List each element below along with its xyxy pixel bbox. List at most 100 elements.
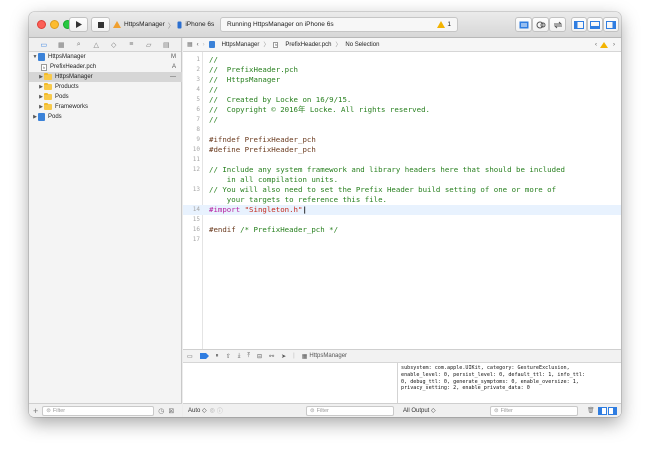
close-window-button[interactable] <box>37 20 46 29</box>
code-line[interactable]: 3 // HttpsManager <box>183 75 621 85</box>
console-output-selector[interactable]: All Output ◇ <box>403 407 436 414</box>
hide-debug-area-icon[interactable]: ▭ <box>187 353 193 360</box>
code-line[interactable]: 13 // You will also need to set the Prefi… <box>183 185 621 195</box>
code-line[interactable]: 5 // Created by Locke on 16/9/15. <box>183 95 621 105</box>
variables-filter-input[interactable]: ⊜ Filter <box>306 405 394 416</box>
activity-viewer: Running HttpsManager on iPhone 6s 1 <box>220 17 458 32</box>
source-editor[interactable]: 1//2// PrefixHeader.pch 3// HttpsManager 4… <box>183 52 621 349</box>
code-text: your targets to reference this file. <box>209 195 387 204</box>
code-text: // <box>209 55 218 64</box>
symbol-navigator-icon[interactable]: ▦ <box>58 41 65 49</box>
code-line[interactable]: in all compilation units. <box>183 175 621 185</box>
code-text: #ifndef PrefixHeader_pch <box>209 135 316 144</box>
scm-status-flag: M <box>171 54 176 60</box>
code-line[interactable]: 4 // <box>183 85 621 95</box>
tree-item-pods-group[interactable]: ▶ Pods <box>29 92 182 102</box>
step-out-icon[interactable]: ⤒ <box>247 353 250 360</box>
back-button[interactable]: ‹ <box>197 42 199 48</box>
jumpbar-project[interactable]: HttpsManager <box>222 42 260 48</box>
memory-graph-icon[interactable]: ⚯ <box>269 353 274 360</box>
recent-files-icon[interactable]: ◷ <box>158 407 164 415</box>
code-line[interactable]: 2 // PrefixHeader.pch <box>183 65 621 75</box>
tree-item-httpsmanager-group[interactable]: ▶ HttpsManager — <box>29 72 182 82</box>
debug-navigator-icon[interactable]: ≡ <box>128 41 135 48</box>
jumpbar-file[interactable]: PrefixHeader.pch <box>285 42 331 48</box>
location-icon[interactable]: ➤ <box>281 353 286 360</box>
variables-view <box>183 363 398 403</box>
console-filter-input[interactable]: ⊜ Filter <box>490 405 578 416</box>
code-line[interactable]: 14 #import "Singleton.h"| <box>183 205 621 215</box>
toggle-debug-area-button[interactable] <box>587 17 603 32</box>
toggle-navigator-button[interactable] <box>571 17 587 32</box>
find-navigator-icon[interactable]: ⌕ <box>75 41 82 48</box>
chevron-right-icon[interactable]: › <box>613 42 615 48</box>
run-button[interactable] <box>69 17 88 32</box>
split-left-icon[interactable] <box>598 406 607 415</box>
scm-status-flag: — <box>170 74 176 80</box>
code-line[interactable]: 15 <box>183 215 621 225</box>
header-file-icon: h <box>273 41 279 48</box>
navigator-filter-input[interactable]: ⊜ Filter <box>42 405 155 416</box>
tree-item-frameworks[interactable]: ▶ Frameworks <box>29 102 182 112</box>
step-over-icon[interactable]: ⇧ <box>226 353 231 360</box>
scheme-selector[interactable]: HttpsManager 〉 iPhone 6s <box>113 17 214 32</box>
warning-indicator[interactable]: 1 <box>437 21 451 28</box>
view-hierarchy-icon[interactable]: ⊟ <box>257 353 262 360</box>
tree-item-label: HttpsManager <box>48 54 86 60</box>
project-navigator-icon[interactable]: ▭ <box>40 41 47 49</box>
breakpoint-navigator-icon[interactable]: ▱ <box>145 41 152 49</box>
scm-filter-icon[interactable]: ⊠ <box>168 407 174 415</box>
variables-scope-selector[interactable]: Auto ◇ <box>188 407 207 414</box>
tree-item-pods-project[interactable]: ▶ Pods <box>29 112 182 122</box>
issue-navigator-icon[interactable]: △ <box>93 41 100 49</box>
issue-stepper[interactable]: ‹ › <box>595 41 615 48</box>
debug-target-selector[interactable]: ▦ HttpsManager <box>302 353 347 360</box>
line-number: 11 <box>192 156 200 163</box>
step-into-icon[interactable]: ⤓ <box>238 353 241 360</box>
stop-button[interactable] <box>91 17 110 32</box>
version-editor-button[interactable] <box>549 17 566 32</box>
code-line[interactable]: 12 // Include any system framework and li… <box>183 165 621 175</box>
code-line[interactable]: 7 // <box>183 115 621 125</box>
code-line[interactable]: 8 <box>183 125 621 135</box>
related-items-icon[interactable]: ▦ <box>187 41 193 48</box>
chevron-left-icon[interactable]: ‹ <box>595 42 597 48</box>
navigator-filter-bar: + ⊜ Filter ◷ ⊠ <box>29 403 182 417</box>
minimize-window-button[interactable] <box>50 20 59 29</box>
tree-item-products[interactable]: ▶ Products <box>29 82 182 92</box>
standard-editor-button[interactable] <box>515 17 532 32</box>
info-icon[interactable]: ⓘ <box>217 406 223 415</box>
code-line[interactable]: 16 #endif /* PrefixHeader_pch */ <box>183 225 621 235</box>
code-line[interactable]: 17 <box>183 235 621 245</box>
breakpoints-toggle-icon[interactable] <box>199 353 209 359</box>
assistant-editor-button[interactable] <box>532 17 549 32</box>
tree-item-prefix-header[interactable]: h PrefixHeader.pch A <box>29 62 182 72</box>
jumpbar-selection[interactable]: No Selection <box>345 42 379 48</box>
add-file-button[interactable]: + <box>33 406 38 416</box>
stop-icon <box>97 21 104 28</box>
pause-icon[interactable]: ⏸ <box>216 353 219 360</box>
console-output: subsystem: com.apple.UIKit, category: Ge… <box>399 363 621 403</box>
forward-button[interactable]: › <box>203 42 205 48</box>
code-line[interactable]: 1 // <box>183 55 621 65</box>
code-line[interactable]: 6 // Copyright © 2016年 Locke. All rights … <box>183 105 621 115</box>
code-line[interactable]: your targets to reference this file. <box>183 195 621 205</box>
toggle-utilities-button[interactable] <box>603 17 619 32</box>
test-navigator-icon[interactable]: ◇ <box>110 41 117 49</box>
line-number: 2 <box>196 66 200 73</box>
code-line[interactable]: 9 #ifndef PrefixHeader_pch <box>183 135 621 145</box>
tree-item-project[interactable]: ▼ HttpsManager M <box>29 52 182 62</box>
line-number: 14 <box>192 206 200 213</box>
split-right-icon[interactable] <box>608 406 617 415</box>
navigator-panel-icon <box>574 20 584 29</box>
eye-icon[interactable]: ◎ <box>210 407 215 414</box>
import-keyword: #import <box>209 205 241 214</box>
text-cursor: | <box>302 205 307 214</box>
code-text: // Created by Locke on 16/9/15. <box>209 95 352 104</box>
line-number: 4 <box>196 86 200 93</box>
trash-icon[interactable]: 🗑 <box>587 407 595 414</box>
code-line[interactable]: 11 <box>183 155 621 165</box>
line-number: 16 <box>192 226 200 233</box>
report-navigator-icon[interactable]: ▤ <box>163 41 170 49</box>
code-line[interactable]: 10 #define PrefixHeader_pch <box>183 145 621 155</box>
